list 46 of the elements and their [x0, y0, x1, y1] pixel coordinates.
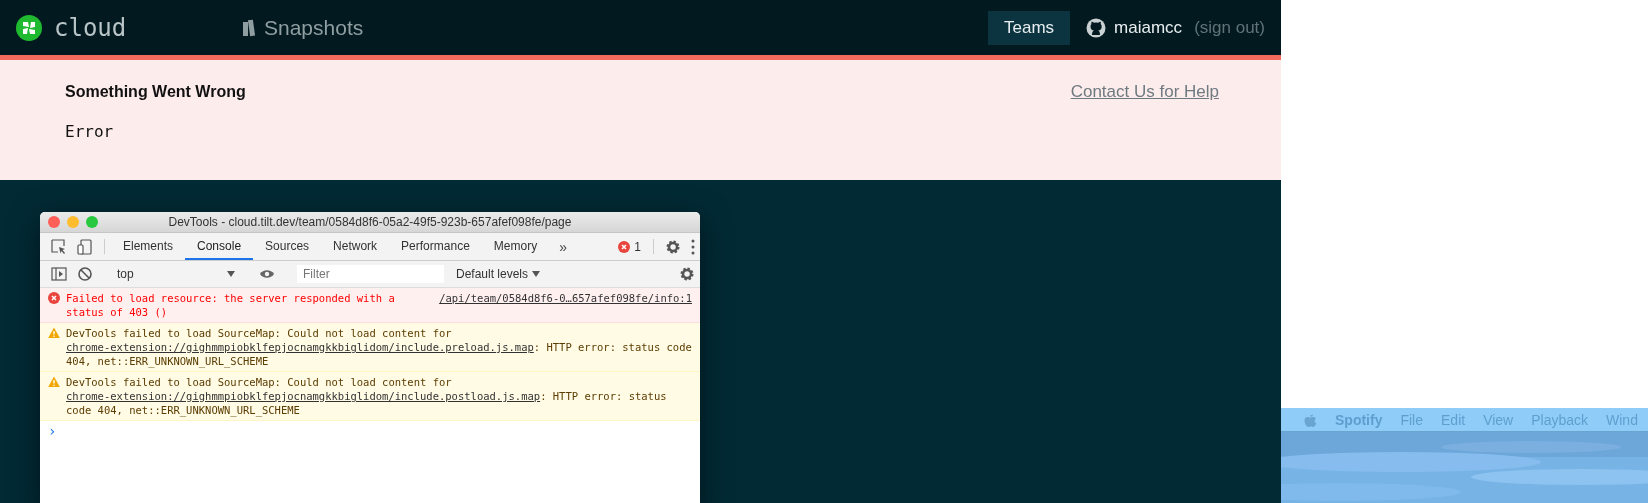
books-icon: [242, 18, 256, 37]
nav-link[interactable]: Snapshots: [264, 15, 364, 40]
settings-icon: [679, 266, 695, 282]
close-button[interactable]: [48, 216, 60, 228]
console-message: DevTools failed to load SourceMap: Could not load content for chrome-extension://gighmmpiobklfepjocnamgkkbiglidom/include.preload.js.map: HTTP error: status code 404, net::ERR_UNKNOWN_URL_SCHEME: [66, 326, 692, 368]
error-icon: [618, 240, 631, 253]
devtools-tab[interactable]: Performance: [389, 233, 482, 260]
zoom-button[interactable]: [86, 216, 98, 228]
error-message: Error: [65, 122, 115, 141]
window-title: DevTools - cloud.tilt.dev/team/0584d8f6-05a2-49f5-923b-657afef098fe/page: [167, 215, 573, 229]
filter-field[interactable]: Filter: [297, 265, 444, 283]
inspect-icon: [51, 238, 67, 255]
github-icon: [1086, 17, 1107, 38]
source-link[interactable]: /api/team/0584d8f6-0…657afef098fe/info:1: [439, 291, 692, 305]
more-tabs-button[interactable]: »: [549, 233, 577, 260]
pinwheel-logo-icon: [16, 14, 42, 41]
source-map-link[interactable]: chrome-extension://gighmmpiobklfepjocnamgkkbiglidom/include.postload.js.map: [66, 390, 541, 402]
devtools-tab[interactable]: Network: [321, 233, 390, 260]
error-icon: [48, 292, 60, 304]
source-map-link[interactable]: chrome-extension://gighmmpiobklfepjocnamgkkbiglidom/include.preload.js.map: [66, 341, 534, 353]
settings-icon: [665, 238, 681, 255]
sidebar-icon: [51, 266, 67, 282]
caret-icon: [227, 271, 235, 277]
context-dropdown[interactable]: top: [111, 267, 241, 281]
caret-icon: [532, 271, 541, 277]
logo-text[interactable]: cloud: [54, 13, 127, 42]
devtools-tab[interactable]: Sources: [253, 233, 322, 260]
warning-icon: [48, 376, 60, 388]
error-title: Something Went Wrong: [65, 83, 246, 101]
console-prompt[interactable]: ›: [40, 421, 65, 441]
sign-out-link[interactable]: (sign out): [1194, 17, 1265, 38]
teams-button[interactable]: Teams: [988, 10, 1071, 45]
warning-icon: [48, 327, 60, 339]
devtools-tab[interactable]: Elements: [111, 233, 186, 260]
console-message: Failed to load resource: the server responded with a status of 403 (): [66, 291, 396, 319]
help-link[interactable]: Contact Us for Help: [1070, 82, 1219, 102]
error-counter[interactable]: 1: [612, 233, 647, 260]
device-icon: [77, 238, 93, 255]
username: maiamcc: [1114, 17, 1183, 38]
devtools-tab[interactable]: Memory: [481, 233, 550, 260]
more-options-icon: [691, 238, 695, 255]
clear-icon: [77, 266, 93, 282]
minimize-button[interactable]: [67, 216, 79, 228]
levels-dropdown[interactable]: Default levels: [450, 266, 547, 282]
console-message: DevTools failed to load SourceMap: Could not load content for chrome-extension://gighmmpiobklfepjocnamgkkbiglidom/include.postload.js.map: HTTP error: status code 404, net::ERR_UNKNOWN_URL_SCHEME: [66, 375, 668, 417]
eye-icon: [259, 268, 275, 280]
